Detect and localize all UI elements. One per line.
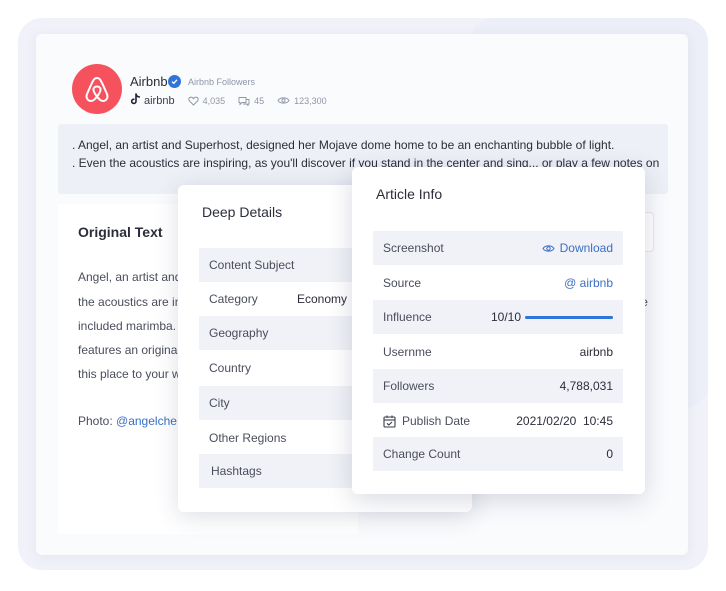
comment-icon (238, 96, 250, 106)
detail-label: Other Regions (209, 431, 287, 445)
article-info-title: Article Info (376, 186, 443, 202)
heart-icon (187, 96, 199, 106)
views-stat: 123,300 (277, 96, 327, 106)
info-label: Change Count (383, 447, 461, 461)
comments-count: 45 (254, 95, 265, 106)
article-info-card: Article Info Screenshot Download Source … (352, 167, 645, 494)
airbnb-logo-icon (85, 77, 109, 102)
info-label: Influence (383, 310, 432, 324)
deep-details-title: Deep Details (202, 204, 283, 220)
post-text-line: . Angel, an artist and Superhost, design… (72, 138, 615, 152)
likes-count: 4,035 (202, 95, 226, 106)
tiktok-icon (130, 93, 141, 108)
info-row-username: Usernme airbnb (373, 335, 623, 369)
info-row-publish-date: Publish Date 2021/02/20 10:45 (373, 404, 623, 438)
photo-credit: Photo: @angelche (78, 414, 177, 428)
influence-value: 10/10 (491, 310, 522, 324)
info-label: Publish Date (402, 414, 471, 428)
source-link[interactable]: @ airbnb (564, 276, 613, 290)
original-text-title: Original Text (78, 224, 163, 240)
publish-date-value: 2021/02/20 10:45 (516, 414, 613, 428)
calendar-icon (383, 415, 396, 428)
photo-credit-handle[interactable]: @angelche (116, 414, 177, 428)
detail-label: City (209, 396, 230, 410)
influence-bar-fill (525, 316, 613, 319)
account-stats-row: airbnb 4,035 45 123,300 (130, 93, 327, 108)
detail-value: Economy (297, 292, 348, 306)
info-row-influence: Influence 10/10 (373, 300, 623, 334)
download-label: Download (559, 241, 613, 255)
account-name[interactable]: Airbnb (130, 74, 168, 89)
detail-label: Category (209, 292, 258, 306)
info-row-screenshot: Screenshot Download (373, 231, 623, 265)
detail-label: Hashtags (211, 464, 262, 478)
detail-label: Country (209, 361, 252, 375)
airbnb-avatar[interactable] (72, 64, 122, 114)
eye-icon (542, 244, 555, 252)
influence-bar (525, 316, 613, 319)
detail-label: Content Subject (209, 258, 295, 272)
info-label: Usernme (383, 345, 432, 359)
info-label: Followers (383, 379, 435, 393)
change-count-value: 0 (606, 447, 613, 461)
original-text-line: features an original (78, 343, 181, 357)
info-row-followers: Followers 4,788,031 (373, 369, 623, 403)
views-count: 123,300 (294, 95, 327, 106)
followers-label: Airbnb Followers (188, 77, 256, 87)
likes-stat: 4,035 (187, 95, 226, 106)
info-label: Source (383, 276, 422, 290)
info-row-source: Source @ airbnb (373, 266, 623, 300)
detail-label: Geography (209, 326, 269, 340)
followers-value: 4,788,031 (559, 379, 613, 393)
verified-badge-icon (168, 75, 181, 88)
info-label: Screenshot (383, 241, 444, 255)
eye-icon (277, 97, 290, 104)
photo-credit-label: Photo: (78, 414, 117, 428)
download-button[interactable]: Download (542, 241, 613, 255)
comments-stat: 45 (238, 96, 264, 106)
username-value: airbnb (579, 345, 613, 359)
tiktok-handle[interactable]: airbnb (144, 95, 175, 107)
info-row-change-count: Change Count 0 (373, 437, 623, 471)
